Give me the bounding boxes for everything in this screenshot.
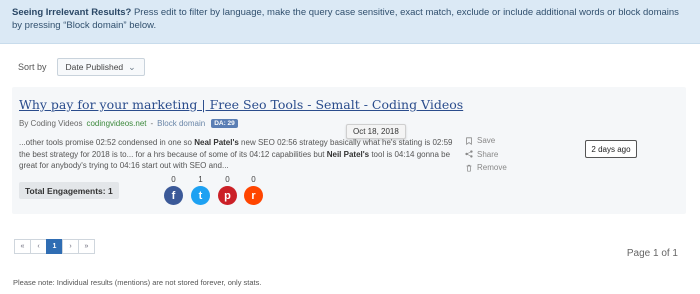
pinterest-share[interactable]: 0 p [218,175,237,205]
last-page-button[interactable]: » [78,239,95,254]
reddit-icon: r [244,186,263,205]
twitter-share[interactable]: 1 t [191,175,210,205]
first-page-button[interactable]: « [14,239,31,254]
remove-button[interactable]: Remove [465,161,507,175]
share-icon [465,150,473,158]
result-snippet: ...other tools promise 02:52 condensed i… [19,137,459,172]
prev-page-button[interactable]: ‹ [30,239,47,254]
result-title-link[interactable]: Why pay for your marketing | Free Seo To… [19,97,463,112]
byline-separator: - [150,119,154,128]
save-label: Save [477,136,496,145]
snippet-highlight: Neil Patel's [326,149,370,159]
facebook-count: 0 [171,175,176,184]
share-button[interactable]: Share [465,148,507,162]
result-domain-link[interactable]: codingvideos.net [86,119,146,128]
result-byline: By Coding Videos codingvideos.net - Bloc… [19,119,238,128]
result-actions: Save Share Remove [465,134,507,175]
irrelevant-results-notice: Seeing Irrelevant Results? Press edit to… [0,0,700,44]
next-page-button[interactable]: › [62,239,79,254]
snippet-highlight: Neal Patel's [194,138,239,147]
pinterest-icon: p [218,186,237,205]
share-label: Share [477,149,499,159]
snippet-text: ...other tools promise 02:52 condensed i… [19,138,195,147]
facebook-icon: f [164,186,183,205]
sort-row: Sort by Date Published ⌄ [18,57,145,77]
notice-heading: Seeing Irrelevant Results? [12,7,132,18]
pagination: « ‹ 1 › » [14,239,95,254]
reddit-count: 0 [251,175,256,184]
page-info: Page 1 of 1 [626,248,678,259]
result-author: By Coding Videos [19,119,83,128]
pinterest-count: 0 [225,175,230,184]
reddit-share[interactable]: 0 r [244,175,263,205]
facebook-share[interactable]: 0 f [164,175,183,205]
current-page-button[interactable]: 1 [46,239,63,254]
save-button[interactable]: Save [465,134,507,148]
chevron-down-icon: ⌄ [128,61,136,72]
total-engagements-badge: Total Engagements: 1 [19,182,119,199]
bookmark-icon [466,137,472,145]
block-domain-link[interactable]: Block domain [157,119,205,128]
sort-label: Sort by [18,62,47,72]
twitter-count: 1 [198,175,203,184]
remove-label: Remove [477,163,507,172]
domain-authority-badge: DA: 29 [211,119,238,128]
footer-note: Please note: Individual results (mention… [13,278,262,287]
sort-selected-value: Date Published [65,62,124,72]
trash-icon [466,164,472,172]
sort-select[interactable]: Date Published ⌄ [56,58,145,76]
age-button[interactable]: 2 days ago [585,140,637,158]
result-card: Why pay for your marketing | Free Seo To… [12,87,686,214]
twitter-icon: t [191,186,210,205]
